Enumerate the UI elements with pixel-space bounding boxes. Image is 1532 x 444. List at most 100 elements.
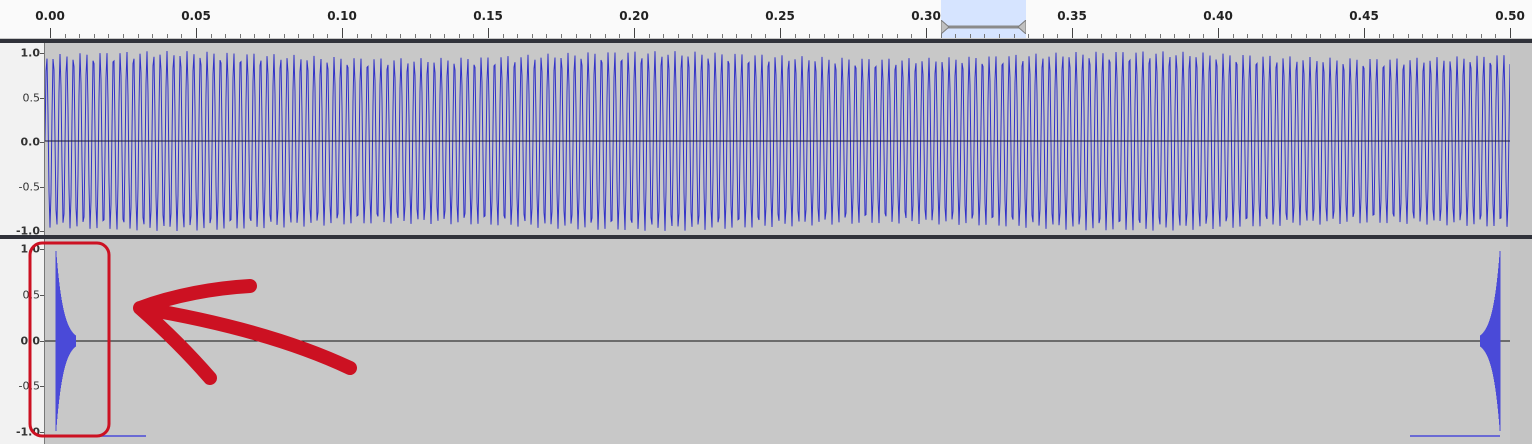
ruler-tick: [838, 34, 840, 38]
ruler-tick: [809, 34, 811, 38]
vruler-label: -1.0: [15, 425, 40, 439]
ruler-tick: [327, 34, 329, 38]
waveform-bottom[interactable]: [45, 239, 1510, 440]
vruler-label: 1.0: [20, 242, 41, 256]
ruler-tick: [356, 34, 358, 38]
ruler-tick: [312, 34, 314, 38]
ruler-label: 0.30: [911, 9, 941, 23]
selection-drag-handle-icon[interactable]: [941, 20, 1026, 34]
ruler-tick: [1218, 28, 1219, 38]
ruler-tick: [634, 28, 635, 38]
ruler-tick: [64, 34, 66, 38]
ruler-tick: [371, 34, 373, 38]
waveform-burst: [55, 251, 76, 431]
vruler-label: 1.0: [20, 46, 41, 60]
ruler-tick: [1042, 34, 1044, 38]
ruler-tick: [1334, 34, 1336, 38]
ruler-tick: [385, 34, 387, 38]
vruler-tick: [40, 432, 44, 433]
ruler-label: 0.40: [1203, 9, 1233, 23]
ruler-tick: [1291, 34, 1292, 38]
ruler-tick: [1510, 28, 1511, 38]
ruler-tick: [1013, 34, 1015, 38]
ruler-tick: [225, 34, 227, 38]
ruler-tick: [1276, 34, 1278, 38]
ruler-tick: [604, 34, 606, 38]
timeline-ruler[interactable]: 0.00 0.05 0.10 0.15 0.20 0.25 0.30 0.35 0.40 0.45…: [0, 0, 1532, 39]
audio-track-top[interactable]: 1.0 0.5 0.0 -0.5 -1.0: [0, 39, 1532, 239]
ruler-tick: [940, 34, 942, 38]
vruler-tick: [40, 231, 44, 232]
ruler-label: 0.45: [1349, 9, 1379, 23]
ruler-tick: [429, 34, 431, 38]
ruler-tick: [1261, 34, 1263, 38]
ruler-tick: [152, 34, 154, 38]
ruler-tick: [108, 34, 110, 38]
ruler-tick: [969, 34, 971, 38]
ruler-tick: [794, 34, 796, 38]
ruler-tick: [1028, 34, 1030, 38]
ruler-tick: [254, 34, 256, 38]
ruler-tick: [283, 34, 285, 38]
ruler-label: 0.50: [1495, 9, 1525, 23]
ruler-tick: [1422, 34, 1424, 38]
ruler-tick: [1232, 34, 1234, 38]
ruler-tick: [342, 28, 343, 38]
ruler-tick: [1451, 34, 1453, 38]
ruler-tick: [239, 34, 241, 38]
ruler-tick: [1101, 34, 1103, 38]
track-right-edge: [1510, 43, 1532, 239]
ruler-tick: [882, 34, 884, 38]
vruler-label: 0.0: [20, 334, 41, 347]
ruler-tick: [867, 34, 869, 38]
ruler-tick: [415, 34, 416, 38]
waveform-top[interactable]: [45, 43, 1510, 239]
ruler-tick: [590, 34, 592, 38]
vruler-label: -0.5: [18, 379, 40, 393]
ruler-tick: [298, 34, 300, 38]
ruler-tick: [750, 34, 752, 38]
vertical-ruler-bottom: 1.0 0.5 0.0 -0.5 -1.0: [0, 239, 45, 444]
ruler-tick: [137, 34, 139, 38]
ruler-tick: [1393, 34, 1395, 38]
ruler-tick: [1086, 34, 1088, 38]
vruler-tick: [40, 186, 44, 188]
ruler-tick: [517, 34, 519, 38]
ruler-tick: [166, 34, 168, 38]
vruler-label: -0.5: [18, 180, 40, 193]
ruler-tick: [1130, 34, 1132, 38]
ruler-tick: [181, 34, 183, 38]
ruler-tick: [79, 34, 81, 38]
ruler-tick: [853, 34, 854, 38]
ruler-tick: [561, 34, 562, 38]
ruler-tick: [1057, 34, 1059, 38]
ruler-tick: [911, 34, 913, 38]
ruler-tick: [1320, 34, 1322, 38]
ruler-tick: [196, 28, 197, 38]
ruler-label: 0.25: [765, 9, 795, 23]
ruler-tick: [677, 34, 679, 38]
ruler-tick: [50, 28, 51, 38]
ruler-tick: [999, 34, 1000, 38]
ruler-tick: [1174, 34, 1176, 38]
vruler-label: 0.0: [20, 135, 41, 149]
ruler-tick: [1437, 34, 1438, 38]
ruler-tick: [93, 34, 95, 38]
waveform-burst: [1480, 251, 1501, 431]
ruler-tick: [575, 34, 577, 38]
ruler-tick: [502, 34, 504, 38]
vruler-tick: [40, 97, 44, 99]
ruler-tick: [210, 34, 212, 38]
audio-track-bottom[interactable]: 1.0 0.5 0.0 -0.5 -1.0: [0, 235, 1532, 444]
ruler-tick: [896, 34, 898, 38]
ruler-tick: [1407, 34, 1409, 38]
ruler-tick: [400, 34, 402, 38]
ruler-tick: [1115, 34, 1117, 38]
vruler-tick: [40, 340, 44, 342]
ruler-tick: [984, 34, 986, 38]
ruler-tick: [1145, 34, 1146, 38]
ruler-tick: [269, 34, 270, 38]
ruler-label: 0.20: [619, 9, 649, 23]
ruler-tick: [458, 34, 460, 38]
vruler-label: 0.5: [22, 288, 41, 302]
